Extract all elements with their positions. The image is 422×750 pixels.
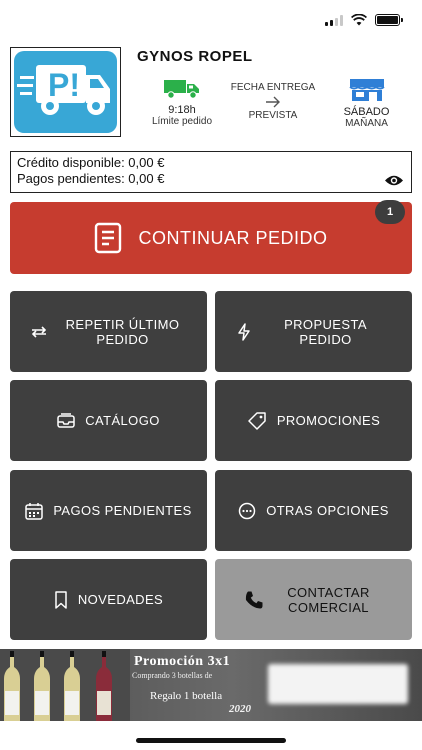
news-button[interactable]: NOVEDADES	[10, 559, 207, 640]
continue-order-label: CONTINUAR PEDIDO	[138, 227, 328, 248]
promotions-button[interactable]: PROMOCIONES	[215, 380, 412, 461]
repeat-icon	[31, 325, 46, 338]
order-count-badge: 1	[375, 200, 405, 224]
catalog-button[interactable]: CATÁLOGO	[10, 380, 207, 461]
banner-gift-text: Regalo 1 botella	[150, 690, 223, 702]
delivery-info: 9:18h Límite pedido FECHA ENTREGA PREVIS…	[137, 78, 412, 133]
repeat-last-order-label: REPETIR ÚLTIMO PEDIDO	[65, 316, 180, 347]
more-options-icon	[238, 502, 256, 519]
delivery-truck-logo-icon: P!	[17, 65, 110, 115]
home-indicator	[136, 738, 286, 743]
inbox-icon	[57, 412, 75, 428]
continue-order-button[interactable]: CONTINUAR PEDIDO	[10, 202, 412, 274]
delivery-day-part: MAÑANA	[345, 118, 388, 129]
repeat-last-order-button[interactable]: REPETIR ÚLTIMO PEDIDO	[10, 291, 207, 372]
store-icon	[348, 79, 385, 101]
deadline-time: 9:18h	[168, 104, 196, 116]
credit-available: Crédito disponible: 0,00 €	[17, 155, 165, 170]
delivery-day-name: SÁBADO	[343, 106, 390, 118]
wifi-icon	[351, 14, 367, 26]
delivery-date-caption: PREVISTA	[248, 110, 298, 121]
delivery-day: SÁBADO MAÑANA	[319, 78, 414, 129]
status-bar	[0, 0, 422, 40]
credit-summary: Crédito disponible: 0,00 € Pagos pendien…	[10, 151, 412, 193]
expected-delivery: FECHA ENTREGA PREVISTA	[229, 78, 317, 121]
promotion-banner[interactable]: Promoción 3x1 Comprando 3 botellas de Re…	[0, 649, 422, 721]
tag-icon	[248, 411, 266, 430]
catalog-label: CATÁLOGO	[85, 413, 160, 428]
bookmark-icon	[55, 590, 67, 609]
wine-bottles-image	[0, 649, 130, 721]
status-icons	[325, 14, 403, 26]
signal-icon	[325, 14, 343, 26]
pending-payments-label: PAGOS PENDIENTES	[53, 503, 192, 518]
other-options-button[interactable]: OTRAS OPCIONES	[215, 470, 412, 551]
battery-icon	[375, 14, 403, 26]
news-label: NOVEDADES	[77, 592, 164, 607]
order-deadline: 9:18h Límite pedido	[137, 78, 227, 127]
calendar-icon	[25, 502, 44, 520]
arrow-right-icon	[266, 96, 280, 108]
banner-subtitle: Comprando 3 botellas de	[132, 671, 213, 680]
other-options-label: OTRAS OPCIONES	[266, 503, 389, 518]
truck-icon	[164, 80, 199, 99]
delivery-date-label: FECHA ENTREGA	[230, 82, 316, 93]
document-icon	[95, 222, 122, 254]
pending-payments-button[interactable]: PAGOS PENDIENTES	[10, 470, 207, 551]
contact-sales-button[interactable]: CONTACTAR COMERCIAL	[215, 559, 412, 640]
promotions-label: PROMOCIONES	[276, 413, 381, 428]
company-name: GYNOS ROPEL	[137, 48, 253, 65]
lightning-icon	[237, 322, 250, 341]
order-proposal-label: PROPUESTA PEDIDO	[284, 316, 367, 347]
order-proposal-button[interactable]: PROPUESTA PEDIDO	[215, 291, 412, 372]
contact-sales-label: CONTACTAR COMERCIAL	[287, 584, 370, 615]
banner-blurred-panel	[268, 664, 408, 704]
banner-year: 2020	[229, 703, 251, 715]
header: P! GYNOS ROPEL 9:18h Límite pedido FECHA…	[10, 45, 412, 140]
pending-payments-amount: Pagos pendientes: 0,00 €	[17, 171, 165, 186]
company-logo: P!	[10, 47, 121, 137]
eye-icon[interactable]	[384, 174, 404, 187]
banner-title: Promoción 3x1	[134, 654, 231, 669]
deadline-caption: Límite pedido	[151, 116, 213, 127]
phone-icon	[245, 591, 262, 608]
